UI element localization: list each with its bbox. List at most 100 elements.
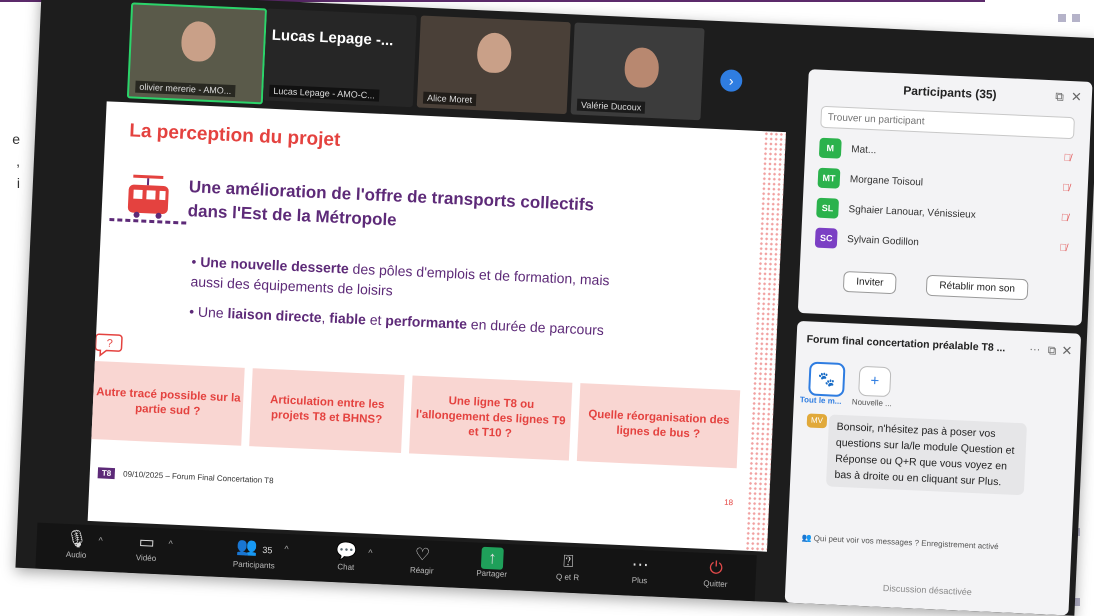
shared-slide: La perception du projet Une amélioration… <box>88 101 786 551</box>
participant-name: Sylvain Godillon <box>847 234 919 248</box>
video-tile-label: olivier mererie - AMO... <box>135 81 235 98</box>
close-icon[interactable]: ✕ <box>1071 89 1083 105</box>
invite-button[interactable]: Inviter <box>843 271 897 294</box>
cropped-text-line: e <box>0 128 20 150</box>
bullet-emphasis: Une nouvelle desserte <box>200 254 349 277</box>
chat-panel: Forum final concertation préalable T8 ..… <box>785 321 1082 616</box>
toolbar-label: Vidéo <box>114 552 178 564</box>
svg-text:?: ? <box>106 338 113 350</box>
react-button[interactable]: ♡Réagir <box>389 543 455 586</box>
zoom-meeting-screen: olivier mererie - AMO... Lucas Lepage -.… <box>15 0 1094 616</box>
tab-new-label: Nouvelle ... <box>852 397 892 408</box>
participant-face <box>624 47 660 89</box>
question-box: Une ligne T8 ou l'allongement des lignes… <box>409 375 572 460</box>
popout-icon[interactable]: ⧉ <box>1055 89 1064 104</box>
toolbar-label: Réagir <box>390 565 454 577</box>
popout-icon[interactable]: ⧉ <box>1047 343 1056 358</box>
tram-icon <box>109 170 191 230</box>
mic-muted-icon: 🎙̸ <box>1063 153 1071 164</box>
question-boxes: Autre tracé possible sur la partie sud ?… <box>91 361 754 471</box>
question-box: Autre tracé possible sur la partie sud ? <box>91 361 244 446</box>
share-button[interactable]: ↑Partager <box>459 546 525 589</box>
qa-button[interactable]: ⍰Q et R <box>535 549 601 592</box>
bullet-emphasis: fiable <box>329 310 366 328</box>
slide-dot-pattern <box>745 131 786 552</box>
chevron-up-icon[interactable]: ^ <box>168 539 173 549</box>
heart-icon: ♡ <box>390 543 455 568</box>
video-tile[interactable]: Lucas Lepage -... Lucas Lepage - AMO-C..… <box>263 8 417 107</box>
chat-button[interactable]: 💬Chat^ <box>313 539 379 582</box>
plus-icon: + <box>870 372 880 389</box>
participants-panel: Participants (35) ⧉ ✕ M Mat... 🎙̸ MT Morgan… <box>798 69 1093 326</box>
toolbar-label: Partager <box>459 568 523 580</box>
bullet-text: Une <box>198 304 228 321</box>
next-page-button[interactable]: › <box>720 69 743 92</box>
chevron-up-icon[interactable]: ^ <box>284 544 289 554</box>
paw-icon: 🐾 <box>818 371 836 388</box>
toolbar-label: Quitter <box>683 578 747 590</box>
participant-search-input[interactable] <box>820 106 1075 139</box>
question-box: Articulation entre les projets T8 et BHN… <box>249 368 404 453</box>
video-tile-label: Valérie Ducoux <box>577 99 646 114</box>
question-box: Quelle réorganisation des lignes de bus … <box>577 383 740 468</box>
participant-name: Sghaier Lanouar, Vénissieux <box>848 204 976 221</box>
chevron-up-icon[interactable]: ^ <box>98 535 103 545</box>
avatar: SL <box>816 198 839 219</box>
slide-footer: T809/10/2025 – Forum Final Concertation … <box>98 467 274 486</box>
participant-actions: Inviter Rétablir mon son <box>843 271 1074 302</box>
cropped-text-line: , <box>0 150 20 172</box>
leave-icon: ⏻ <box>684 556 749 581</box>
avatar: MT <box>817 168 840 189</box>
leave-button[interactable]: ⏻Quitter <box>683 556 749 599</box>
video-tile[interactable]: Alice Moret <box>417 15 571 114</box>
toolbar-label: Q et R <box>535 571 599 583</box>
chat-disabled-status: Discussion désactivée <box>785 579 1069 602</box>
participant-face <box>181 21 217 63</box>
more-button[interactable]: ⋯Plus <box>607 553 673 596</box>
participant-name: Mat... <box>851 144 876 156</box>
video-tile-name: Lucas Lepage -... <box>271 27 393 50</box>
new-chat-button[interactable]: + <box>858 366 891 397</box>
chevron-up-icon[interactable]: ^ <box>368 548 373 558</box>
slide-page-number: 18 <box>724 498 733 507</box>
mic-muted-icon: 🎙̸ <box>1061 213 1069 224</box>
toolbar-label: Plus <box>607 575 671 587</box>
toolbar-label: Chat <box>314 561 378 573</box>
chat-visibility-notice[interactable]: 👥 Qui peut voir vos messages ? Enregistr… <box>801 533 998 551</box>
people-icon: 👥 <box>801 533 811 542</box>
chat-message-text: Bonsoir, n'hésitez pas à poser vos quest… <box>826 414 1027 495</box>
participant-name: Morgane Toisoul <box>850 174 924 188</box>
tab-everyone[interactable]: 🐾 <box>808 361 846 397</box>
participants-title: Participants (35) <box>808 79 1092 106</box>
question-bubble-icon: ? <box>95 331 126 360</box>
restore-sound-button[interactable]: Rétablir mon son <box>926 275 1028 301</box>
tab-everyone-label: Tout le m... <box>800 395 842 406</box>
avatar: M <box>819 138 842 159</box>
video-tile-label: Alice Moret <box>423 92 477 106</box>
chat-visibility-text: Qui peut voir vos messages ? Enregistrem… <box>814 534 999 551</box>
slide-bullets: • Une nouvelle desserte des pôles d'empl… <box>188 251 711 355</box>
chat-title: Forum final concertation préalable T8 ..… <box>806 333 1005 354</box>
video-tile[interactable]: Valérie Ducoux <box>571 22 705 120</box>
participant-face <box>476 32 512 74</box>
participants-button[interactable]: 👥 35Participants^ <box>213 535 295 579</box>
video-button[interactable]: ▭Vidéo^ <box>113 530 179 573</box>
audio-button[interactable]: 🎙Audio^ <box>43 527 109 570</box>
bullet-emphasis: liaison directe <box>227 305 322 325</box>
video-tile[interactable]: olivier mererie - AMO... <box>127 2 267 104</box>
share-screen-icon: ↑ <box>481 547 504 570</box>
bullet-emphasis: performante <box>385 312 467 332</box>
close-icon[interactable]: ✕ <box>1061 343 1073 359</box>
more-icon: ⋯ <box>608 553 673 578</box>
question-icon: ⍰ <box>536 549 601 574</box>
participants-count: 35 <box>262 545 272 555</box>
more-icon[interactable]: ··· <box>1029 343 1041 355</box>
toolbar-label: Audio <box>44 549 108 561</box>
mic-muted-icon: 🎙̸ <box>1059 243 1067 254</box>
bullet-text: en durée de parcours <box>467 316 605 338</box>
chevron-right-icon: › <box>729 73 734 89</box>
people-icon: 👥 <box>236 537 258 557</box>
avatar: MV <box>807 413 828 428</box>
bullet-text: et <box>366 311 386 328</box>
slide-footer-text: 09/10/2025 – Forum Final Concertation T8 <box>123 469 274 485</box>
